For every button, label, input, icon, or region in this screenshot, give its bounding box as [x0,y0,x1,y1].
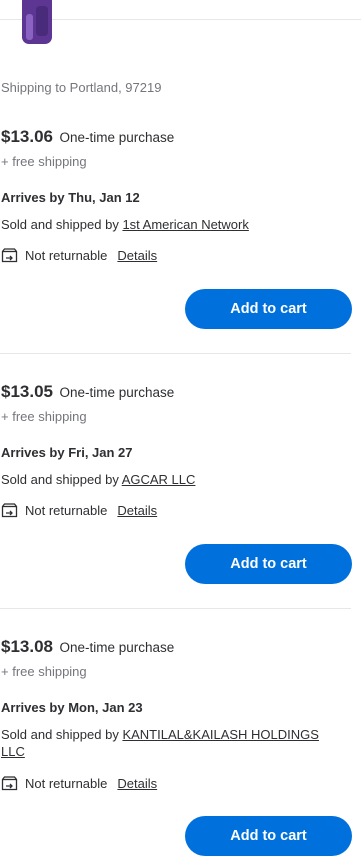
add-to-cart-button[interactable]: Add to cart [185,544,352,584]
seller-info: Sold and shipped by AGCAR LLC [1,471,341,488]
price-row: $13.06 One-time purchase [1,127,174,147]
price-row: $13.08 One-time purchase [1,637,174,657]
shipping-cost: + free shipping [1,664,87,679]
arrival-date: Arrives by Mon, Jan 23 [1,700,143,715]
return-box-icon [1,776,18,791]
product-thumbnail [19,0,54,46]
returns-label: Not returnable [25,776,108,791]
returns-label: Not returnable [25,503,108,518]
price: $13.06 [1,127,53,146]
seller-link[interactable]: 1st American Network [122,217,248,232]
seller-link[interactable]: AGCAR LLC [122,472,196,487]
top-divider [0,19,361,20]
price: $13.05 [1,382,53,401]
add-to-cart-button[interactable]: Add to cart [185,289,352,329]
return-policy: Not returnable Details [1,248,157,263]
price: $13.08 [1,637,53,656]
details-link[interactable]: Details [117,776,157,791]
details-link[interactable]: Details [117,503,157,518]
return-policy: Not returnable Details [1,776,157,791]
seller-info: Sold and shipped by 1st American Network [1,216,341,233]
shipping-cost: + free shipping [1,409,87,424]
add-to-cart-button[interactable]: Add to cart [185,816,352,856]
arrival-date: Arrives by Thu, Jan 12 [1,190,140,205]
price-row: $13.05 One-time purchase [1,382,174,402]
returns-label: Not returnable [25,248,108,263]
seller-info: Sold and shipped by KANTILAL&KAILASH HOL… [1,726,341,760]
details-link[interactable]: Details [117,248,157,263]
offer-divider [0,353,351,354]
shipping-location: Shipping to Portland, 97219 [1,80,162,95]
shipping-cost: + free shipping [1,154,87,169]
return-policy: Not returnable Details [1,503,157,518]
sold-by-label: Sold and shipped by [1,217,119,232]
purchase-type: One-time purchase [59,385,175,400]
offer-divider [0,608,351,609]
sold-by-label: Sold and shipped by [1,727,119,742]
arrival-date: Arrives by Fri, Jan 27 [1,445,133,460]
purchase-type: One-time purchase [59,130,175,145]
return-box-icon [1,248,18,263]
sold-by-label: Sold and shipped by [1,472,119,487]
purchase-type: One-time purchase [59,640,175,655]
return-box-icon [1,503,18,518]
